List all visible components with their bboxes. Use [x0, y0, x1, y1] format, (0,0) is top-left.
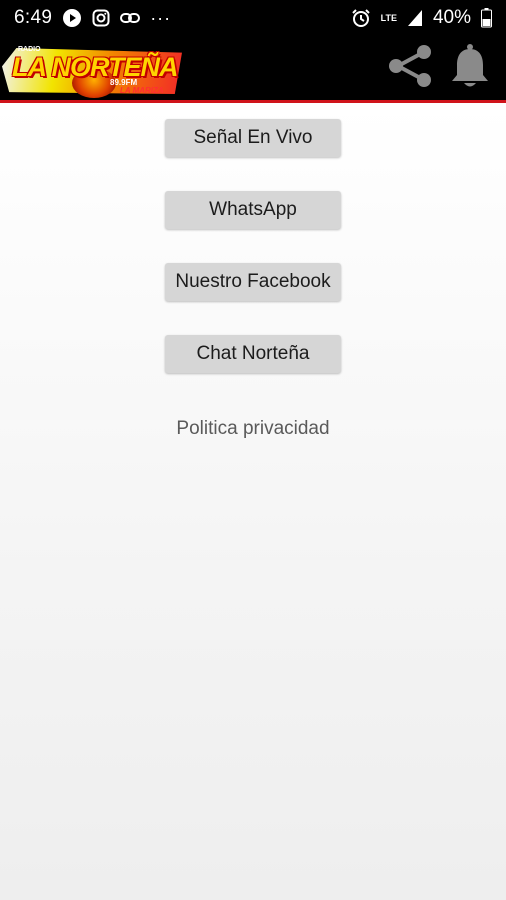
whatsapp-button[interactable]: WhatsApp — [165, 191, 341, 229]
play-icon — [62, 8, 82, 28]
share-button[interactable] — [384, 42, 436, 94]
link-icon — [120, 11, 141, 25]
status-bar-right: LTE 40% — [351, 7, 492, 29]
share-icon — [386, 44, 434, 93]
alarm-icon — [351, 8, 371, 28]
lte-icon: LTE — [380, 12, 397, 23]
chat-button[interactable]: Chat Norteña — [165, 335, 341, 373]
status-bar: 6:49 ··· LTE 40% — [0, 0, 506, 36]
live-signal-button[interactable]: Señal En Vivo — [165, 119, 341, 157]
station-logo: RADIO LA NORTEÑA 89.9FM LA MARIZA — [2, 38, 182, 98]
logo-subtitle: LA MARIZA — [120, 86, 164, 95]
battery-percent: 40% — [432, 7, 471, 28]
main-content: Señal En Vivo WhatsApp Nuestro Facebook … — [0, 103, 506, 900]
battery-icon — [481, 8, 492, 28]
status-time: 6:49 — [14, 7, 53, 28]
lte-label: LTE — [380, 12, 397, 23]
facebook-button[interactable]: Nuestro Facebook — [165, 263, 341, 301]
status-bar-left: 6:49 ··· — [14, 7, 171, 29]
signal-icon — [407, 9, 423, 27]
bell-icon — [450, 43, 490, 94]
notifications-button[interactable] — [444, 42, 496, 94]
instagram-icon — [92, 9, 110, 27]
logo-main-text: LA NORTEÑA — [12, 52, 178, 82]
more-dots-icon: ··· — [150, 7, 172, 28]
privacy-policy-link[interactable]: Politica privacidad — [176, 418, 329, 440]
app-bar: RADIO LA NORTEÑA 89.9FM LA MARIZA — [0, 36, 506, 103]
